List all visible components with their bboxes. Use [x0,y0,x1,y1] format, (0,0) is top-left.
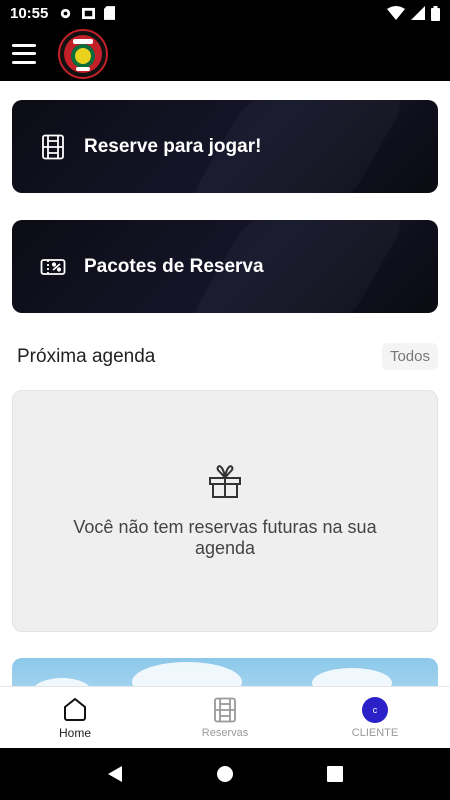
court-icon [214,697,236,722]
nav-cliente[interactable]: c CLIENTE [300,687,450,748]
media-status-icon [82,7,96,19]
section-title: Próxima agenda [17,345,156,367]
back-triangle-icon [108,766,122,782]
reserve-card-label: Reserve para jogar! [84,135,262,157]
battery-icon [431,5,440,21]
sd-card-status-icon [104,6,116,20]
status-bar: 10:55 [0,0,450,26]
wifi-icon [387,6,405,20]
club-logo [58,28,108,79]
avatar: c [362,696,388,723]
court-icon [42,134,64,159]
empty-agenda-card: Você não tem reservas futuras na sua age… [12,390,438,632]
view-all-button[interactable]: Todos [381,343,438,370]
system-nav-bar [0,748,450,800]
packs-card[interactable]: Pacotes de Reserva [12,220,438,313]
home-circle-icon [217,766,233,782]
menu-icon[interactable] [12,43,36,64]
empty-agenda-message: Você não tem reservas futuras na sua age… [73,517,377,558]
recents-square-icon [327,766,343,782]
home-icon [64,697,86,721]
home-content: Reserve para jogar! Pacotes de Reserva P… [0,81,450,686]
settings-status-icon [61,8,71,18]
nav-reservas[interactable]: Reservas [150,687,300,748]
back-button[interactable] [95,754,135,794]
gift-icon [209,465,241,498]
nav-home-label: Home [58,725,91,740]
status-time: 10:55 [10,4,49,22]
promo-banner[interactable] [12,658,438,686]
packs-card-label: Pacotes de Reserva [84,255,264,277]
nav-home[interactable]: Home [0,687,150,748]
ticket-percent-icon [40,258,66,275]
signal-icon [411,6,425,20]
agenda-header: Próxima agenda Todos [17,343,438,370]
bottom-nav: Home Reservas c CLIENTE [0,686,450,748]
home-system-button[interactable] [205,754,245,794]
reserve-card[interactable]: Reserve para jogar! [12,100,438,193]
nav-reservas-label: Reservas [201,726,249,739]
recents-button[interactable] [315,754,355,794]
app-header [0,26,450,81]
nav-cliente-label: CLIENTE [351,726,399,739]
